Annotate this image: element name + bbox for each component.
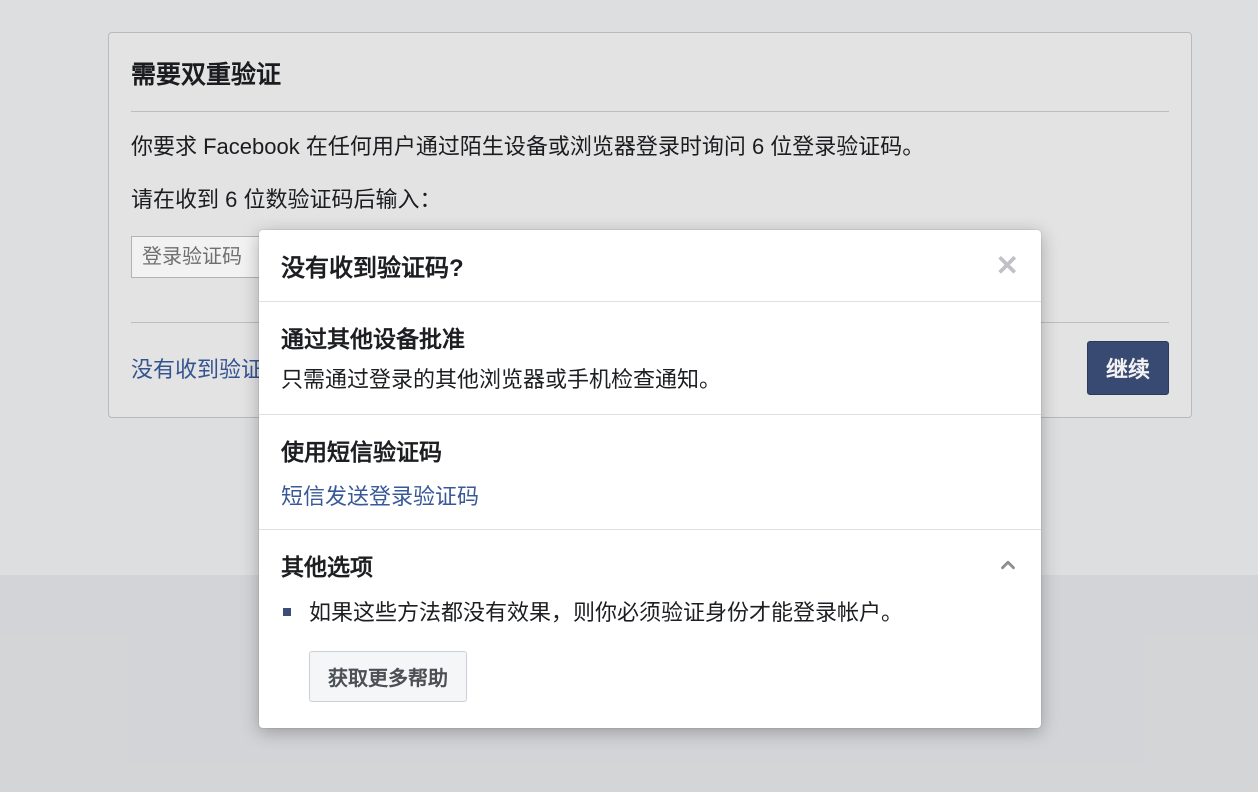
section-title-other: 其他选项 bbox=[281, 548, 373, 582]
send-sms-code-link[interactable]: 短信发送登录验证码 bbox=[281, 479, 479, 511]
approve-other-device-section: 通过其他设备批准 只需通过登录的其他浏览器或手机检查通知。 bbox=[259, 302, 1041, 415]
bullet-icon bbox=[283, 608, 291, 616]
get-more-help-button[interactable]: 获取更多帮助 bbox=[309, 651, 467, 702]
section-desc-approve: 只需通过登录的其他浏览器或手机检查通知。 bbox=[281, 364, 1019, 396]
sms-code-section: 使用短信验证码 短信发送登录验证码 bbox=[259, 415, 1041, 530]
other-options-section: 其他选项 如果这些方法都没有效果，则你必须验证身份才能登录帐户。 获取更多帮助 bbox=[259, 530, 1041, 728]
section-title-approve: 通过其他设备批准 bbox=[281, 320, 1019, 354]
chevron-up-icon bbox=[997, 554, 1019, 576]
close-icon[interactable]: ✕ bbox=[996, 252, 1019, 280]
section-title-sms: 使用短信验证码 bbox=[281, 433, 1019, 467]
no-code-modal: 没有收到验证码? ✕ 通过其他设备批准 只需通过登录的其他浏览器或手机检查通知。… bbox=[259, 230, 1041, 728]
modal-title: 没有收到验证码? bbox=[281, 248, 464, 283]
other-option-text: 如果这些方法都没有效果，则你必须验证身份才能登录帐户。 bbox=[309, 596, 903, 629]
other-options-header[interactable]: 其他选项 bbox=[281, 548, 1019, 582]
modal-header: 没有收到验证码? ✕ bbox=[259, 230, 1041, 302]
other-option-bullet-row: 如果这些方法都没有效果，则你必须验证身份才能登录帐户。 bbox=[281, 596, 1019, 629]
